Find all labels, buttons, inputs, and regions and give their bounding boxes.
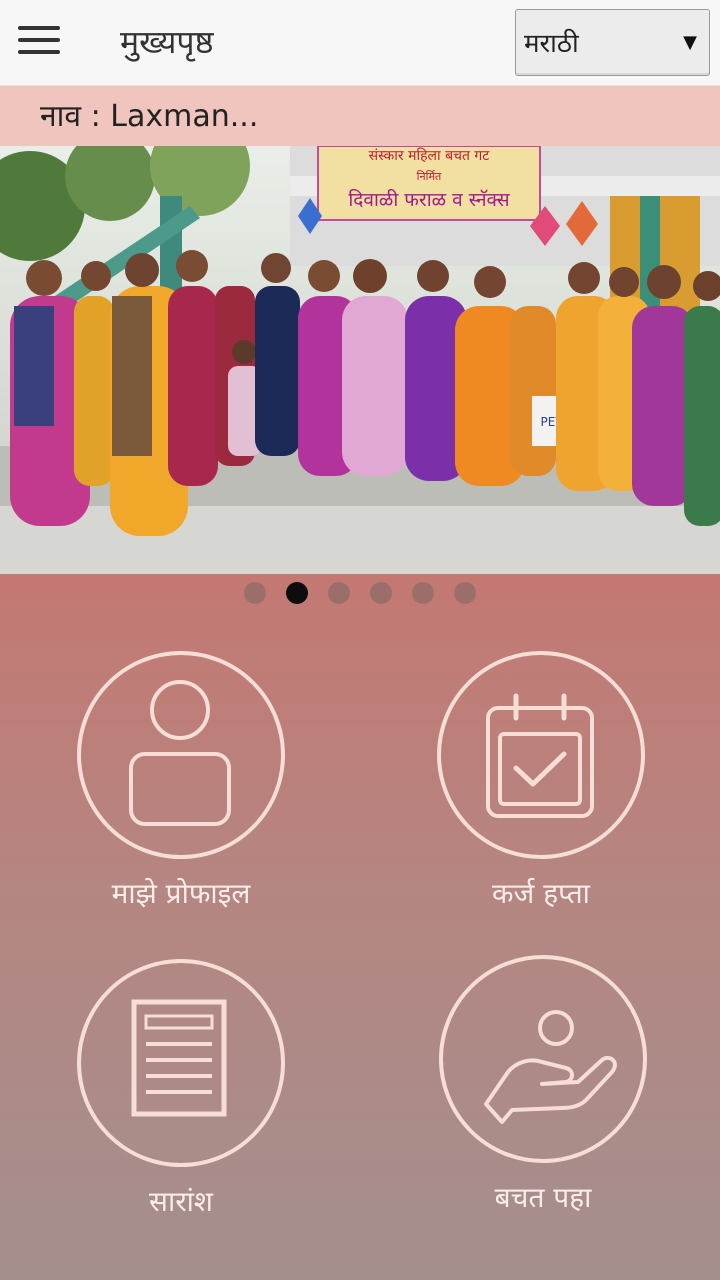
- carousel-dot[interactable]: [412, 582, 434, 604]
- group-photo-image: संस्कार महिला बचत गट निर्मित दिवाळी फराळ…: [0, 146, 720, 574]
- user-name-bar: नाव : Laxman...: [0, 86, 720, 146]
- view-savings-label: बचत पहा: [494, 1181, 592, 1214]
- carousel-dot[interactable]: [454, 582, 476, 604]
- carousel-dot[interactable]: [370, 582, 392, 604]
- app-bar: मुख्यपृष्ठ मराठी ▼: [0, 0, 720, 86]
- summary-button[interactable]: सारांश: [28, 958, 328, 1258]
- banner-line-1: संस्कार महिला बचत गट: [369, 147, 491, 164]
- menu-tiles: माझे प्रोफाइल कर्ज हप्ता सारांश बचत पहा: [0, 574, 720, 1280]
- summary-label: सारांश: [149, 1185, 213, 1218]
- my-profile-label: माझे प्रोफाइल: [111, 877, 251, 910]
- language-selected-value: मराठी: [524, 29, 579, 59]
- carousel-dot-active[interactable]: [286, 582, 308, 604]
- menu-line: [18, 38, 60, 42]
- view-savings-button[interactable]: बचत पहा: [390, 954, 690, 1254]
- hand-savings-icon: [439, 955, 647, 1163]
- carousel-indicators: [0, 574, 720, 614]
- banner-line-3: दिवाळी फराळ व स्नॅक्स: [348, 188, 510, 211]
- calendar-check-icon: [437, 651, 645, 859]
- language-select[interactable]: मराठी ▼: [515, 9, 710, 76]
- carousel-photo[interactable]: संस्कार महिला बचत गट निर्मित दिवाळी फराळ…: [0, 146, 720, 574]
- carousel-dot[interactable]: [328, 582, 350, 604]
- my-profile-button[interactable]: माझे प्रोफाइल: [28, 650, 328, 950]
- banner-line-2: निर्मित: [417, 170, 442, 183]
- menu-line: [18, 50, 60, 54]
- hamburger-menu-icon[interactable]: [18, 26, 60, 58]
- loan-installment-label: कर्ज हप्ता: [492, 877, 590, 910]
- carousel-dot[interactable]: [244, 582, 266, 604]
- document-icon: [77, 959, 285, 1167]
- user-name: नाव : Laxman...: [40, 99, 259, 134]
- page-title: मुख्यपृष्ठ: [120, 23, 214, 61]
- dropdown-arrow-icon: ▼: [683, 32, 697, 53]
- loan-installment-button[interactable]: कर्ज हप्ता: [388, 650, 688, 950]
- profile-icon: [77, 651, 285, 859]
- menu-line: [18, 26, 60, 30]
